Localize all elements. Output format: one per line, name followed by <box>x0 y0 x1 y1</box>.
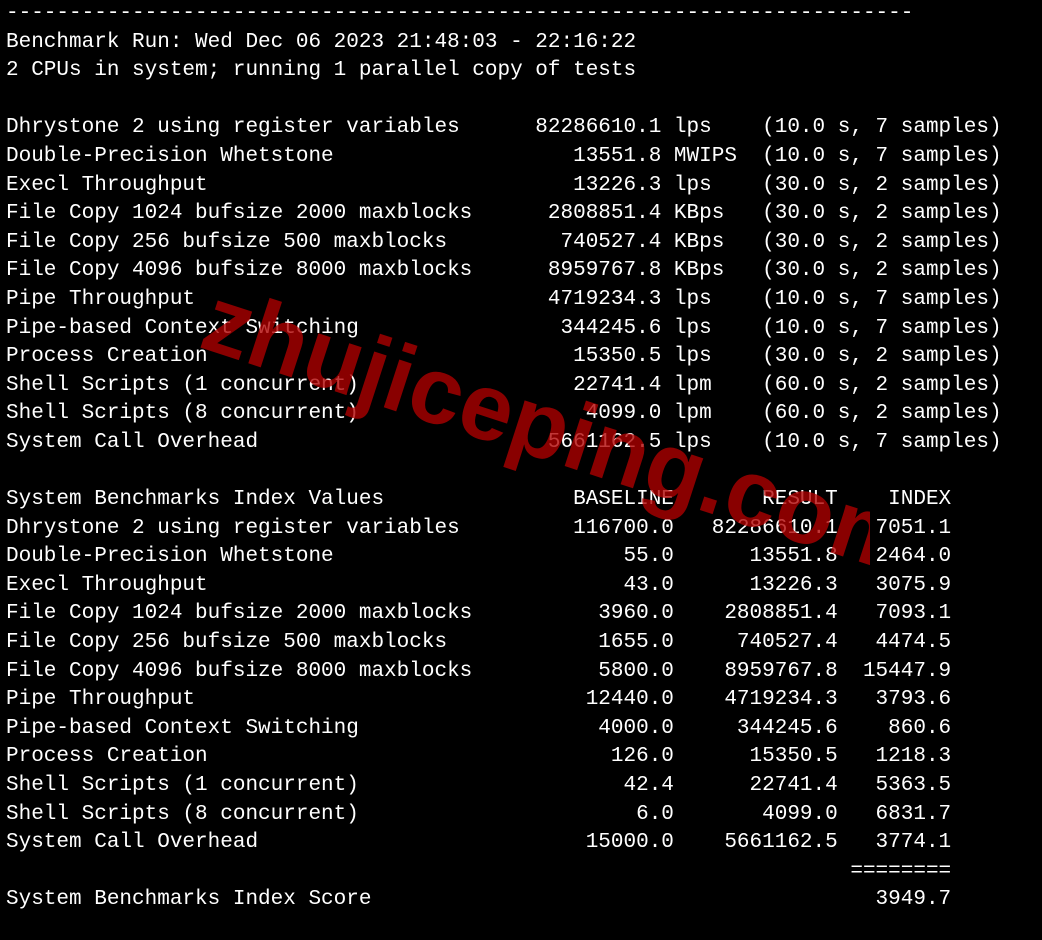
terminal-line: System Call Overhead 15000.0 5661162.5 3… <box>6 831 951 854</box>
terminal-line: Double-Precision Whetstone 55.0 13551.8 … <box>6 545 951 568</box>
terminal-line: Dhrystone 2 using register variables 822… <box>6 116 1002 139</box>
terminal-line: Benchmark Run: Wed Dec 06 2023 21:48:03 … <box>6 31 636 54</box>
terminal-line: ----------------------------------------… <box>6 2 913 25</box>
terminal-line: System Benchmarks Index Values BASELINE … <box>6 488 951 511</box>
terminal-line: Process Creation 15350.5 lps (30.0 s, 2 … <box>6 345 1002 368</box>
terminal-line: File Copy 256 bufsize 500 maxblocks 7405… <box>6 231 1002 254</box>
terminal-line: Shell Scripts (1 concurrent) 42.4 22741.… <box>6 774 951 797</box>
terminal-line: Shell Scripts (8 concurrent) 4099.0 lpm … <box>6 402 1002 425</box>
terminal-line: File Copy 1024 bufsize 2000 maxblocks 28… <box>6 202 1002 225</box>
terminal-line: Double-Precision Whetstone 13551.8 MWIPS… <box>6 145 1002 168</box>
terminal-line: ======== <box>6 860 951 883</box>
terminal-line: 2 CPUs in system; running 1 parallel cop… <box>6 59 636 82</box>
terminal-line: Pipe Throughput 12440.0 4719234.3 3793.6 <box>6 688 951 711</box>
terminal-line: Execl Throughput 13226.3 lps (30.0 s, 2 … <box>6 174 1002 197</box>
terminal-line: System Benchmarks Index Score 3949.7 <box>6 888 951 911</box>
terminal-line: Dhrystone 2 using register variables 116… <box>6 517 951 540</box>
terminal-line: Pipe-based Context Switching 4000.0 3442… <box>6 717 951 740</box>
terminal-line: Process Creation 126.0 15350.5 1218.3 <box>6 745 951 768</box>
terminal-output: ----------------------------------------… <box>0 0 1042 940</box>
terminal-line: Execl Throughput 43.0 13226.3 3075.9 <box>6 574 951 597</box>
terminal-line: Shell Scripts (1 concurrent) 22741.4 lpm… <box>6 374 1002 397</box>
terminal-line: File Copy 4096 bufsize 8000 maxblocks 89… <box>6 259 1002 282</box>
terminal-line: File Copy 256 bufsize 500 maxblocks 1655… <box>6 631 951 654</box>
terminal-line: File Copy 1024 bufsize 2000 maxblocks 39… <box>6 602 951 625</box>
terminal-line: System Call Overhead 5661162.5 lps (10.0… <box>6 431 1002 454</box>
terminal-line: Shell Scripts (8 concurrent) 6.0 4099.0 … <box>6 803 951 826</box>
terminal-line: File Copy 4096 bufsize 8000 maxblocks 58… <box>6 660 951 683</box>
terminal-line: Pipe Throughput 4719234.3 lps (10.0 s, 7… <box>6 288 1002 311</box>
terminal-line: Pipe-based Context Switching 344245.6 lp… <box>6 317 1002 340</box>
